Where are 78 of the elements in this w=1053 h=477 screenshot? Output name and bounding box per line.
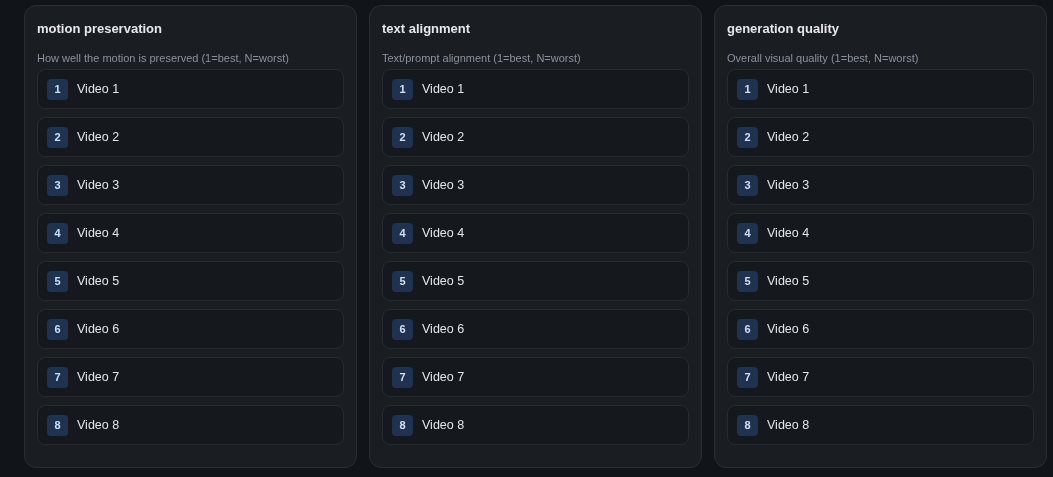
panel-description: Text/prompt alignment (1=best, N=worst) xyxy=(382,51,582,66)
video-label: Video 3 xyxy=(77,176,120,194)
video-label: Video 3 xyxy=(422,176,465,194)
video-label: Video 4 xyxy=(77,224,120,242)
rank-badge: 6 xyxy=(392,318,413,340)
rank-badge: 5 xyxy=(392,270,413,292)
video-label: Video 5 xyxy=(77,272,120,290)
ranked-video-item[interactable]: 4 Video 4 xyxy=(37,213,344,253)
ranked-video-item[interactable]: 5 Video 5 xyxy=(37,261,344,301)
ranked-video-item[interactable]: 3 Video 3 xyxy=(37,165,344,205)
video-label: Video 5 xyxy=(767,272,810,290)
rank-badge: 3 xyxy=(737,174,758,196)
rank-badge: 4 xyxy=(392,222,413,244)
ranked-video-item[interactable]: 1 Video 1 xyxy=(37,69,344,109)
video-label: Video 2 xyxy=(422,128,465,146)
video-label: Video 1 xyxy=(77,80,120,98)
ranked-video-item[interactable]: 3 Video 3 xyxy=(727,165,1034,205)
ranked-video-item[interactable]: 2 Video 2 xyxy=(727,117,1034,157)
panel-title: motion preservation xyxy=(37,21,163,37)
ranked-video-item[interactable]: 8 Video 8 xyxy=(727,405,1034,445)
rank-badge: 7 xyxy=(47,366,68,388)
video-label: Video 6 xyxy=(767,320,810,338)
ranked-video-item[interactable]: 6 Video 6 xyxy=(382,309,689,349)
video-label: Video 7 xyxy=(767,368,810,386)
video-label: Video 1 xyxy=(767,80,810,98)
rank-badge: 4 xyxy=(47,222,68,244)
video-label: Video 8 xyxy=(422,416,465,434)
rank-badge: 7 xyxy=(392,366,413,388)
ranked-video-item[interactable]: 3 Video 3 xyxy=(382,165,689,205)
video-label: Video 5 xyxy=(422,272,465,290)
rank-badge: 8 xyxy=(392,414,413,436)
video-label: Video 3 xyxy=(767,176,810,194)
rank-badge: 1 xyxy=(392,78,413,100)
video-label: Video 6 xyxy=(77,320,120,338)
rank-badge: 5 xyxy=(47,270,68,292)
ranked-video-item[interactable]: 7 Video 7 xyxy=(382,357,689,397)
ranked-video-item[interactable]: 8 Video 8 xyxy=(37,405,344,445)
video-label: Video 2 xyxy=(77,128,120,146)
panel-title: text alignment xyxy=(382,21,472,37)
video-label: Video 7 xyxy=(77,368,120,386)
panel-description: Overall visual quality (1=best, N=worst) xyxy=(727,51,920,66)
rank-badge: 1 xyxy=(737,78,758,100)
rank-badge: 5 xyxy=(737,270,758,292)
video-label: Video 8 xyxy=(767,416,810,434)
video-label: Video 6 xyxy=(422,320,465,338)
ranked-video-item[interactable]: 7 Video 7 xyxy=(727,357,1034,397)
ranked-video-item[interactable]: 5 Video 5 xyxy=(727,261,1034,301)
video-label: Video 4 xyxy=(767,224,810,242)
ranked-video-item[interactable]: 6 Video 6 xyxy=(727,309,1034,349)
rank-badge: 4 xyxy=(737,222,758,244)
rank-badge: 3 xyxy=(47,174,68,196)
ranked-video-item[interactable]: 7 Video 7 xyxy=(37,357,344,397)
video-label: Video 1 xyxy=(422,80,465,98)
rank-badge: 2 xyxy=(47,126,68,148)
ranked-video-item[interactable]: 1 Video 1 xyxy=(382,69,689,109)
video-label: Video 8 xyxy=(77,416,120,434)
panel-title: generation quality xyxy=(727,21,840,37)
ranked-video-item[interactable]: 4 Video 4 xyxy=(382,213,689,253)
ranked-video-item[interactable]: 1 Video 1 xyxy=(727,69,1034,109)
rank-badge: 6 xyxy=(47,318,68,340)
ranked-video-item[interactable]: 5 Video 5 xyxy=(382,261,689,301)
ranked-video-item[interactable]: 2 Video 2 xyxy=(382,117,689,157)
rank-badge: 2 xyxy=(392,126,413,148)
panel-description: How well the motion is preserved (1=best, N=worst) xyxy=(37,51,290,66)
video-label: Video 2 xyxy=(767,128,810,146)
ranked-video-item[interactable]: 2 Video 2 xyxy=(37,117,344,157)
rank-badge: 1 xyxy=(47,78,68,100)
rank-badge: 2 xyxy=(737,126,758,148)
ranked-video-item[interactable]: 8 Video 8 xyxy=(382,405,689,445)
video-label: Video 4 xyxy=(422,224,465,242)
rank-badge: 7 xyxy=(737,366,758,388)
rank-badge: 6 xyxy=(737,318,758,340)
ranked-video-item[interactable]: 4 Video 4 xyxy=(727,213,1034,253)
ranked-video-item[interactable]: 6 Video 6 xyxy=(37,309,344,349)
rank-badge: 8 xyxy=(737,414,758,436)
rank-badge: 3 xyxy=(392,174,413,196)
rank-badge: 8 xyxy=(47,414,68,436)
video-label: Video 7 xyxy=(422,368,465,386)
